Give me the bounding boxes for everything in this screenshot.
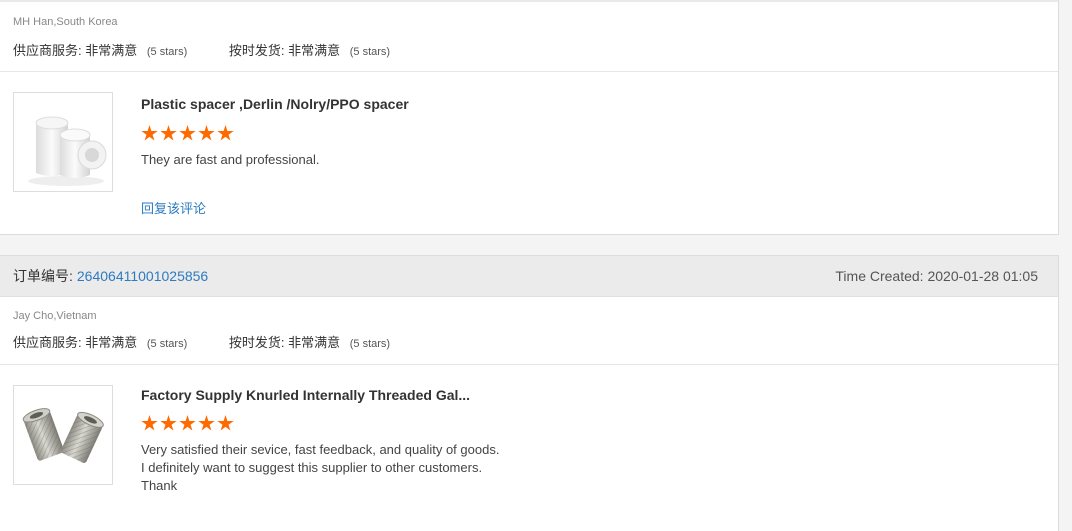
order-info: 订单编号: 26406411001025856 [13, 256, 208, 297]
review-line: Very satisfied their sevice, fast feedba… [141, 442, 500, 457]
star-icon [141, 415, 158, 431]
star-rating [141, 125, 236, 141]
star-icon [160, 415, 177, 431]
star-rating [141, 415, 236, 431]
buyer-name: MH Han,South Korea [13, 16, 118, 28]
on-time-label: 按时发货: [228, 335, 285, 350]
review-line: I definitely want to suggest this suppli… [141, 460, 483, 475]
review-card: 订单编号: 26406411001025856 Time Created: 202… [0, 255, 1059, 531]
order-number-link[interactable]: 26406411001025856 [77, 268, 208, 284]
star-icon [179, 125, 196, 141]
star-icon [198, 125, 215, 141]
rating-summary: 供应商服务: 非常满意 (5 stars) 按时发货: 非常满意 (5 star… [13, 40, 390, 59]
divider [0, 71, 1058, 72]
supplier-service-value: 非常满意 [85, 335, 138, 350]
order-header: 订单编号: 26406411001025856 Time Created: 202… [0, 256, 1058, 297]
on-time-label: 按时发货: [228, 43, 285, 58]
product-title-link[interactable]: Plastic spacer ,Derlin /Nolry/PPO spacer [141, 96, 409, 112]
supplier-service-stars: (5 stars) [146, 338, 188, 350]
supplier-service-rating: 供应商服务: 非常满意 (5 stars) [13, 332, 187, 351]
plastic-spacer-image [28, 116, 107, 186]
on-time-stars: (5 stars) [349, 46, 391, 58]
star-icon [217, 415, 234, 431]
review-text: They are fast and professional. [141, 152, 320, 167]
star-icon [179, 415, 196, 431]
knurled-insert-image [22, 408, 104, 463]
star-icon [160, 125, 177, 141]
order-label: 订单编号: [13, 268, 73, 284]
rating-summary: 供应商服务: 非常满意 (5 stars) 按时发货: 非常满意 (5 star… [13, 332, 390, 351]
supplier-service-label: 供应商服务: [13, 335, 82, 350]
on-time-rating: 按时发货: 非常满意 (5 stars) [229, 40, 390, 59]
review-line: Thank [141, 478, 178, 493]
on-time-value: 非常满意 [288, 335, 341, 350]
supplier-service-label: 供应商服务: [13, 43, 82, 58]
on-time-value: 非常满意 [288, 43, 341, 58]
supplier-service-rating: 供应商服务: 非常满意 (5 stars) [13, 40, 187, 59]
star-icon [198, 415, 215, 431]
supplier-service-stars: (5 stars) [146, 46, 188, 58]
star-icon [217, 125, 234, 141]
time-created: Time Created: 2020-01-28 01:05 [835, 268, 1038, 284]
star-icon [141, 125, 158, 141]
reply-link[interactable]: 回复该评论 [141, 198, 206, 217]
product-thumbnail[interactable] [13, 385, 113, 485]
supplier-service-value: 非常满意 [85, 43, 138, 58]
buyer-name: Jay Cho,Vietnam [13, 310, 97, 322]
review-card: MH Han,South Korea 供应商服务: 非常满意 (5 stars)… [0, 0, 1059, 235]
on-time-rating: 按时发货: 非常满意 (5 stars) [229, 332, 390, 351]
product-thumbnail[interactable] [13, 92, 113, 192]
product-title-link[interactable]: Factory Supply Knurled Internally Thread… [141, 387, 470, 403]
on-time-stars: (5 stars) [349, 338, 391, 350]
divider [0, 364, 1058, 365]
review-text: Very satisfied their sevice, fast feedba… [141, 441, 499, 495]
